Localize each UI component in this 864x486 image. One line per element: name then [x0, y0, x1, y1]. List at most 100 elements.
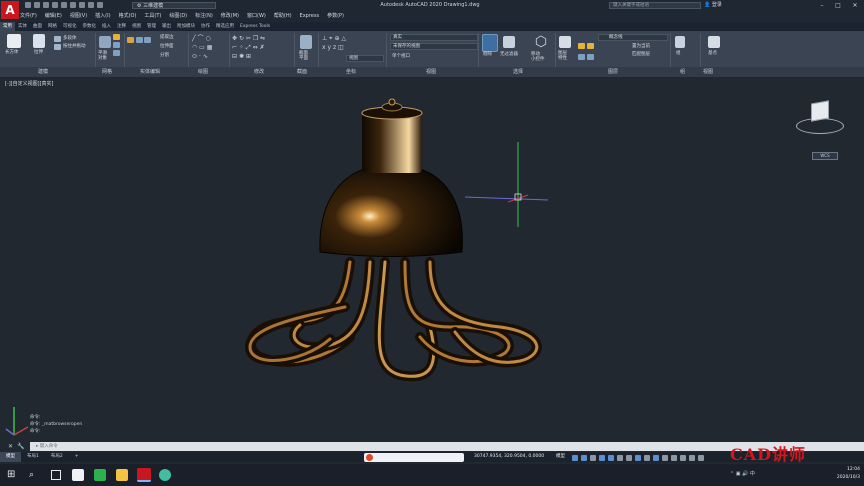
rotate-icon[interactable]: ↻: [239, 35, 244, 42]
otrack-icon[interactable]: [617, 455, 623, 461]
viewport-config-button[interactable]: 单个视口: [392, 54, 410, 60]
panel-label-coordinates[interactable]: 坐标: [346, 67, 356, 77]
autocad-logo[interactable]: A: [1, 1, 19, 19]
file-explorer-icon[interactable]: [72, 469, 84, 481]
stretch-icon[interactable]: ⇔: [253, 44, 258, 51]
menu-item[interactable]: 窗口(W): [247, 11, 266, 22]
panel-label-view-2[interactable]: 视图: [703, 67, 713, 77]
spline-icon[interactable]: ∿: [203, 53, 208, 60]
viewcube-face[interactable]: [811, 100, 829, 122]
lock-icon[interactable]: [578, 54, 585, 60]
folder-icon[interactable]: [116, 469, 128, 481]
menu-item[interactable]: Express: [300, 11, 320, 22]
customize-status-icon[interactable]: [698, 455, 704, 461]
tab-addins[interactable]: 附加模块: [174, 22, 198, 31]
autocad-taskbar-icon[interactable]: [137, 468, 151, 482]
close-button[interactable]: ✕: [848, 1, 862, 10]
ucs-z-icon[interactable]: z: [333, 44, 336, 51]
union-icon[interactable]: [127, 37, 134, 43]
osnap-icon[interactable]: [608, 455, 614, 461]
polar-icon[interactable]: [599, 455, 605, 461]
lineweight-icon[interactable]: [626, 455, 632, 461]
layer-dropdown[interactable]: 概念线: [598, 34, 668, 41]
search-input[interactable]: 键入关键字或短语: [609, 2, 701, 9]
set-current-button[interactable]: 置为当前: [632, 44, 650, 50]
tab-express[interactable]: Express Tools: [237, 22, 273, 31]
browser-icon[interactable]: [159, 469, 171, 481]
workspace-dropdown[interactable]: ⚙ 三维建模: [132, 2, 216, 9]
extract-edges-button[interactable]: 提取边: [160, 35, 174, 41]
intersect-icon[interactable]: [144, 37, 152, 43]
world-dropdown[interactable]: 视图: [346, 55, 384, 62]
menu-item[interactable]: 视图(V): [70, 11, 87, 22]
section-plane-icon[interactable]: [300, 35, 312, 49]
tab-manage[interactable]: 管理: [144, 22, 159, 31]
panel-label-section[interactable]: 截面: [297, 67, 307, 77]
box-icon[interactable]: [7, 34, 21, 48]
isolate-icon[interactable]: [680, 455, 686, 461]
undo-icon[interactable]: [79, 2, 85, 8]
tab-model[interactable]: 模型: [0, 452, 21, 462]
copy-icon[interactable]: ❐: [253, 35, 258, 42]
mesh-smooth-less-icon[interactable]: [113, 42, 120, 48]
model-space-toggle[interactable]: 模型: [556, 453, 565, 461]
customize-command-icon[interactable]: 🔧: [17, 443, 24, 450]
saveas-icon[interactable]: [52, 2, 58, 8]
tab-collaborate[interactable]: 协作: [198, 22, 213, 31]
align-icon[interactable]: ⊞: [246, 53, 251, 60]
fillet-icon[interactable]: ⌐: [232, 44, 237, 51]
panel-label-modify[interactable]: 修改: [254, 67, 264, 77]
sogou-icon[interactable]: [366, 454, 373, 461]
workspace-switch-icon[interactable]: [671, 455, 677, 461]
open-icon[interactable]: [34, 2, 40, 8]
tab-surface[interactable]: 曲面: [30, 22, 45, 31]
hatch-icon[interactable]: ▦: [207, 44, 213, 51]
extrude-icon[interactable]: [33, 34, 45, 48]
tab-annotate[interactable]: 注释: [114, 22, 129, 31]
tab-layout1[interactable]: 布局1: [21, 452, 45, 462]
circle-icon[interactable]: ○: [205, 35, 210, 42]
menu-item[interactable]: 参数(P): [327, 11, 344, 22]
polysolid-icon[interactable]: [54, 36, 61, 42]
panel-label-layers[interactable]: 图层: [608, 67, 618, 77]
ime-toolbar[interactable]: [364, 453, 464, 462]
sun-icon[interactable]: [586, 43, 594, 49]
arc-icon[interactable]: ◠: [192, 44, 197, 51]
share-icon[interactable]: [97, 2, 103, 8]
menu-item[interactable]: 工具(T): [144, 11, 161, 22]
task-view-icon[interactable]: [51, 470, 61, 480]
subtract-icon[interactable]: [135, 37, 143, 43]
tab-featured[interactable]: 精选应用: [213, 22, 237, 31]
ucs-world-icon[interactable]: ⌖: [329, 35, 332, 42]
ucs-3point-icon[interactable]: △: [341, 35, 346, 42]
visual-style-dropdown[interactable]: 真实: [390, 34, 478, 41]
tab-mesh[interactable]: 网格: [45, 22, 60, 31]
cloud-icon[interactable]: [61, 2, 67, 8]
close-command-icon[interactable]: ✕: [8, 443, 13, 450]
presspull-icon[interactable]: [54, 44, 61, 50]
save-icon[interactable]: [43, 2, 49, 8]
no-filter-icon[interactable]: [503, 36, 515, 48]
presspull-button[interactable]: 按住并拖动: [63, 44, 86, 50]
base-point-icon[interactable]: [708, 36, 720, 48]
menu-item[interactable]: 帮助(H): [274, 11, 292, 22]
fullscreen-icon[interactable]: [689, 455, 695, 461]
explode-icon[interactable]: ✺: [239, 53, 244, 60]
menu-item[interactable]: 绘图(D): [169, 11, 187, 22]
grid-icon[interactable]: [572, 455, 578, 461]
trim-icon[interactable]: ✂: [246, 35, 251, 42]
menu-item[interactable]: 文件(F): [20, 11, 37, 22]
system-clock[interactable]: 12:04 2020/10/3: [820, 466, 860, 482]
new-icon[interactable]: [25, 2, 31, 8]
rectangle-icon[interactable]: ▭: [199, 44, 205, 51]
color-icon[interactable]: [586, 54, 594, 60]
ucs-icon[interactable]: ⊥: [322, 35, 327, 42]
wcs-menu[interactable]: WCS: [812, 152, 838, 160]
add-layout-button[interactable]: +: [69, 452, 85, 462]
panel-label-groups[interactable]: 组: [680, 67, 685, 77]
point-icon[interactable]: ·: [199, 53, 201, 60]
culling-icon[interactable]: [482, 34, 498, 52]
tab-insert[interactable]: 插入: [99, 22, 114, 31]
user-menu[interactable]: 👤 登录: [704, 2, 722, 9]
menu-item[interactable]: 标注(N): [195, 11, 213, 22]
